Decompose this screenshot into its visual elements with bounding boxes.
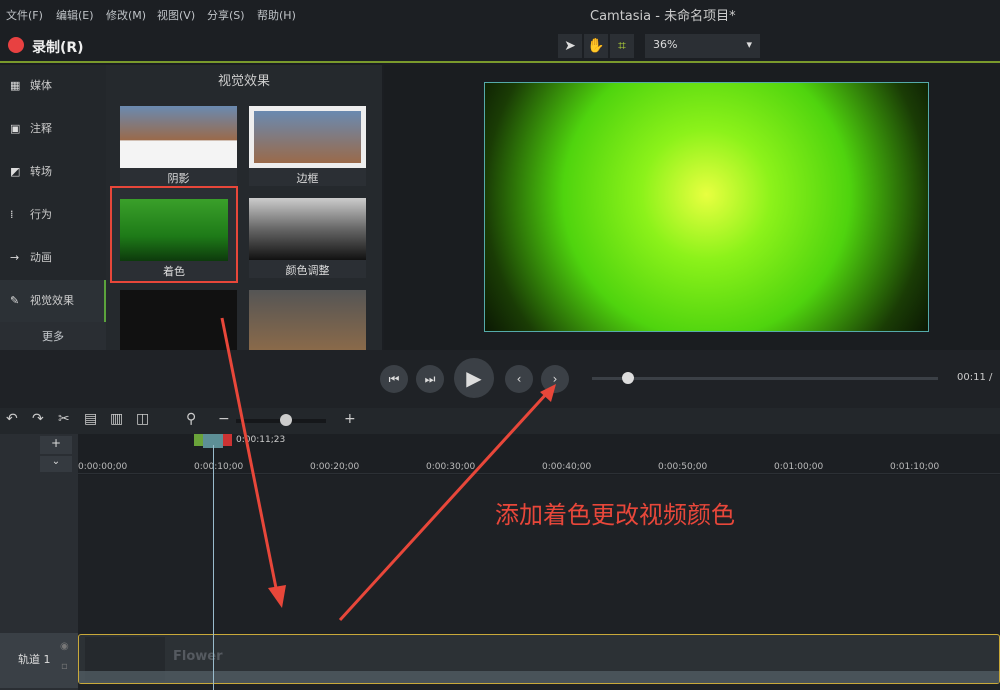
arrow-down (220, 317, 280, 599)
arrow-up (338, 390, 550, 622)
annotation-arrows (220, 317, 556, 622)
arrow-head-icon (268, 585, 286, 608)
